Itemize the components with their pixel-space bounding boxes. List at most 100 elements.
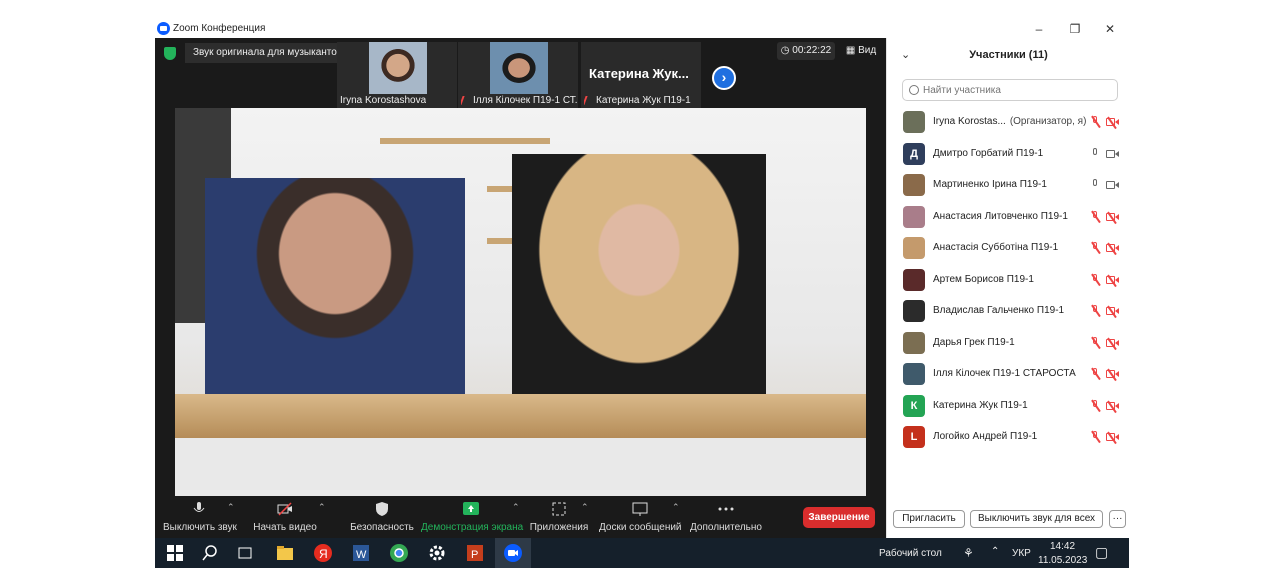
clock-date[interactable]: 11.05.2023 [1038,555,1087,566]
participant-row[interactable]: Владислав Гальченко П19-1 [887,295,1130,327]
wooden-counter [175,394,866,438]
microphone-icon [193,502,205,512]
mic-icon[interactable] [1090,147,1100,160]
whiteboards-options-caret-icon[interactable]: ⌃ [672,502,680,513]
view-label: Вид [858,45,877,56]
participant-name: Анастасия Литовченко П19-1 [933,211,1068,222]
mic-muted-icon[interactable] [1090,304,1101,318]
mic-muted-icon[interactable] [1090,241,1101,255]
avatar: Д [903,142,925,165]
people-icon[interactable]: ⚘ [963,546,974,560]
camera-off-icon[interactable] [1106,242,1119,256]
apps-options-caret-icon[interactable]: ⌃ [581,502,589,513]
camera-off-icon[interactable] [1106,211,1119,224]
security-button[interactable]: Безопасность [347,498,417,538]
avatar [903,174,925,196]
chrome-icon[interactable] [389,543,409,563]
view-button[interactable]: ▦ Вид [841,42,881,60]
tray-chevron-icon[interactable]: ⌃ [991,546,999,557]
muted-mic-icon [584,95,594,105]
search-icon[interactable] [200,543,220,563]
whiteboards-button[interactable]: Доски сообщений [599,498,682,538]
avatar [903,268,925,291]
participant-role: (Организатор, я) [1009,116,1087,127]
camera-off-icon[interactable] [1106,400,1119,413]
audio-options-caret-icon[interactable]: ⌃ [227,502,235,513]
camera-off-icon[interactable] [1106,368,1119,382]
mute-button[interactable]: Выключить звук [163,498,237,538]
settings-gear-icon[interactable] [427,543,447,563]
mute-all-button[interactable]: Выключить звук для всех [970,510,1103,528]
notifications-icon[interactable]: ▢ [1095,544,1108,561]
mic-muted-icon[interactable] [1090,273,1101,286]
video-options-caret-icon[interactable]: ⌃ [318,502,326,513]
participant-name-text: Владислав Гальченко П19-1 [933,305,1065,316]
more-dots-icon [718,507,734,511]
apps-button[interactable]: Приложения [529,498,589,538]
participant-name: Мартиненко Ірина П19-1 [933,179,1047,190]
participant-row[interactable]: Д Дмитро Горбатий П19-1 [887,138,1130,170]
restore-button[interactable]: ❐ [1064,21,1086,37]
participant-row[interactable]: К Катерина Жук П19-1 [887,390,1130,422]
input-language[interactable]: УКР [1012,548,1031,559]
camera-off-icon[interactable] [1106,116,1119,130]
desktop-label[interactable]: Рабочий стол [879,548,942,559]
mic-muted-icon[interactable] [1090,115,1101,129]
windows-start-icon[interactable] [165,543,185,563]
thumbnail-video[interactable]: Катерина Жук... Катерина Жук П19-1 [581,42,701,108]
thumbnail-video[interactable]: Ілля Кілочек П19-1 СТ... [458,42,578,108]
camera-off-icon[interactable] [1106,337,1119,350]
mic-icon[interactable] [1090,179,1100,191]
participant-row[interactable]: Ілля Кілочек П19-1 СТАРОСТА [887,358,1130,390]
participant-row[interactable]: L Логойко Андрей П19-1 [887,421,1130,453]
mic-muted-icon[interactable] [1090,399,1101,412]
task-view-icon[interactable] [235,543,255,563]
participant-search[interactable] [902,79,1118,101]
participant-name-text: Анастасія Субботіна П19-1 [933,242,1059,253]
mic-muted-icon[interactable] [1090,210,1101,223]
camera-lens [1115,371,1119,377]
word-icon[interactable]: W [351,543,371,563]
participants-more-button[interactable]: ··· [1109,510,1126,528]
close-button[interactable]: ✕ [1099,21,1121,37]
participant-row[interactable]: Анастасия Литовченко П19-1 [887,201,1130,233]
camera-lens [1115,245,1119,251]
camera-shape [1106,181,1115,189]
mute-label: Выключить звук [163,522,237,533]
zoom-taskbar-button[interactable] [495,538,531,568]
encryption-shield-icon[interactable] [164,47,176,60]
next-page-button[interactable]: › [712,66,736,90]
end-meeting-button[interactable]: Завершение [803,507,875,528]
yandex-browser-icon[interactable]: Я [313,543,333,563]
participant-row[interactable]: Мартиненко Ірина П19-1 [887,169,1130,201]
mic-shape [1093,179,1097,186]
camera-off-icon[interactable] [1106,431,1119,445]
camera-off-icon[interactable] [1106,274,1119,287]
participant-row[interactable]: Артем Борисов П19-1 [887,264,1130,296]
more-button[interactable]: Дополнительно [689,498,763,538]
security-shield-icon [376,502,388,516]
whiteboard-icon [632,502,648,516]
file-explorer-icon[interactable] [275,543,295,563]
camera-off-icon[interactable] [1106,305,1119,319]
participant-search-input[interactable] [923,82,1113,98]
participants-title: Участники (11) [969,49,1048,61]
participant-row[interactable]: Iryna Korostas... (Организатор, я) [887,106,1130,138]
camera-icon[interactable] [1106,180,1119,190]
share-screen-button[interactable]: Демонстрация экрана [421,498,523,538]
camera-icon[interactable] [1106,149,1119,159]
invite-button[interactable]: Пригласить [893,510,965,528]
start-video-button[interactable]: Начать видео [250,498,320,538]
participant-row[interactable]: Дарья Грек П19-1 [887,327,1130,359]
participant-row[interactable]: Анастасія Субботіна П19-1 [887,232,1130,264]
thumbnail-video[interactable]: Iryna Korostashova [337,42,457,108]
camera-lens [1115,213,1119,220]
mic-muted-icon[interactable] [1090,336,1101,349]
clock-time[interactable]: 14:42 [1050,541,1075,552]
mic-muted-icon[interactable] [1090,367,1101,381]
share-options-caret-icon[interactable]: ⌃ [512,502,520,513]
minimize-button[interactable]: – [1028,21,1050,37]
powerpoint-icon[interactable]: P [465,543,485,563]
zoom-icon [504,544,522,562]
mic-muted-icon[interactable] [1090,430,1101,444]
